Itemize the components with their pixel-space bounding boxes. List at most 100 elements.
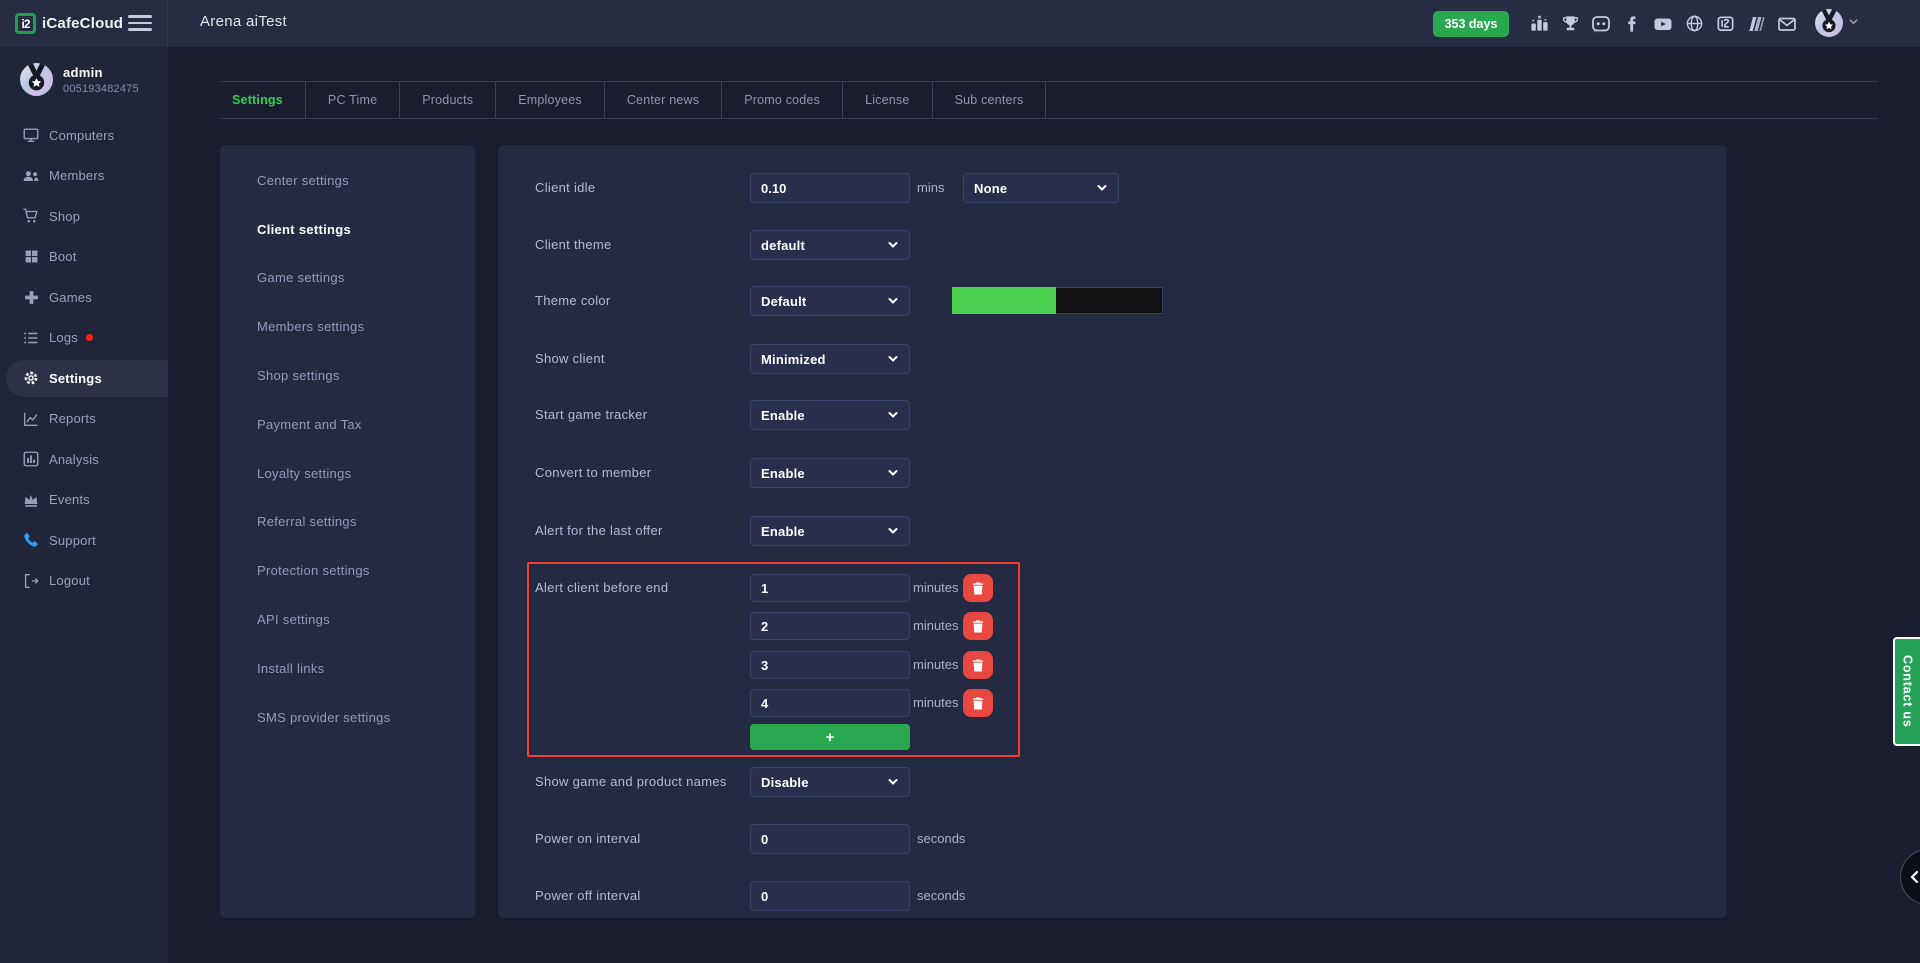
chevron-down-icon: [887, 409, 899, 421]
settings-menu-install-links[interactable]: Install links: [220, 644, 475, 693]
field-label: Start game tracker: [535, 400, 647, 430]
trash-icon: [972, 659, 984, 672]
row-alert-last-offer: Alert for the last offer Enable: [498, 516, 1727, 546]
power-on-interval-input[interactable]: [750, 824, 910, 854]
menu-toggle-button[interactable]: [128, 15, 152, 32]
chevron-down-icon: [887, 353, 899, 365]
facebook-icon[interactable]: [1621, 13, 1643, 35]
alert-minute-input-4[interactable]: [750, 689, 910, 717]
user-menu[interactable]: [1815, 9, 1859, 37]
tab-promo-codes[interactable]: Promo codes: [722, 82, 843, 118]
sidebar-item-members[interactable]: Members: [0, 156, 168, 197]
settings-menu-game[interactable]: Game settings: [220, 254, 475, 303]
field-label: Theme color: [535, 286, 611, 316]
center-name: Arena aiTest: [200, 13, 287, 30]
unit-label: minutes: [913, 574, 959, 604]
chevron-down-icon: [887, 776, 899, 788]
tab-sub-centers[interactable]: Sub centers: [933, 82, 1047, 118]
trophy-icon[interactable]: [1559, 13, 1581, 35]
client-idle-input[interactable]: [750, 173, 910, 203]
delete-alert-button-1[interactable]: [963, 574, 993, 602]
sidebar-item-logout[interactable]: Logout: [0, 561, 168, 602]
sidebar-item-settings[interactable]: Settings: [0, 358, 168, 399]
app-name: iCafeCloud: [42, 15, 123, 32]
start-game-tracker-select[interactable]: Enable: [750, 400, 910, 430]
client-theme-select[interactable]: default: [750, 230, 910, 260]
settings-menu-referral[interactable]: Referral settings: [220, 498, 475, 547]
sidebar-item-computers[interactable]: Computers: [0, 115, 168, 156]
tab-license[interactable]: License: [843, 82, 933, 118]
theme-color-select[interactable]: Default: [750, 286, 910, 316]
sidebar-item-support[interactable]: Support: [0, 520, 168, 561]
row-client-idle: Client idle mins None: [498, 173, 1727, 203]
client-settings-form: Client idle mins None Client theme defau…: [498, 145, 1727, 918]
settings-menu-api[interactable]: API settings: [220, 595, 475, 644]
chart-line-icon: [22, 410, 40, 428]
settings-menu-center[interactable]: Center settings: [220, 156, 475, 205]
sidebar-user[interactable]: admin 005193482475: [20, 63, 139, 96]
topbar-icons: [1528, 0, 1798, 47]
delete-alert-button-3[interactable]: [963, 651, 993, 679]
delete-alert-button-4[interactable]: [963, 689, 993, 717]
avatar: [20, 63, 53, 96]
ranking-podium-icon[interactable]: [1528, 13, 1550, 35]
crown-icon: [22, 491, 40, 509]
sidebar-item-shop[interactable]: Shop: [0, 196, 168, 237]
workflow-icon[interactable]: [1745, 13, 1767, 35]
license-days-badge[interactable]: 353 days: [1433, 11, 1509, 37]
tab-center-news[interactable]: Center news: [605, 82, 722, 118]
icafecloud-logo-icon: i2: [15, 13, 36, 34]
alert-minute-input-3[interactable]: [750, 651, 910, 679]
sidebar-item-analysis[interactable]: Analysis: [0, 439, 168, 480]
chevron-down-icon: [887, 467, 899, 479]
client-idle-action-select[interactable]: None: [963, 173, 1119, 203]
settings-menu-protection[interactable]: Protection settings: [220, 546, 475, 595]
icafecloud-mini-icon[interactable]: [1714, 13, 1736, 35]
settings-menu-shop[interactable]: Shop settings: [220, 351, 475, 400]
row-theme-color: Theme color Default: [498, 286, 1727, 316]
row-convert-to-member: Convert to member Enable: [498, 458, 1727, 488]
power-off-interval-input[interactable]: [750, 881, 910, 911]
row-alert-before-end-1: Alert client before end minutes: [498, 574, 1727, 602]
settings-menu-client[interactable]: Client settings: [220, 205, 475, 254]
unit-label: minutes: [913, 689, 959, 719]
show-client-select[interactable]: Minimized: [750, 344, 910, 374]
settings-menu-payment-tax[interactable]: Payment and Tax: [220, 400, 475, 449]
alert-last-offer-select[interactable]: Enable: [750, 516, 910, 546]
sidebar-item-reports[interactable]: Reports: [0, 399, 168, 440]
convert-to-member-select[interactable]: Enable: [750, 458, 910, 488]
sidebar-item-events[interactable]: Events: [0, 480, 168, 521]
globe-icon[interactable]: [1683, 13, 1705, 35]
add-alert-button[interactable]: +: [750, 724, 910, 750]
sidebar-item-games[interactable]: Games: [0, 277, 168, 318]
tab-settings[interactable]: Settings: [220, 82, 306, 118]
row-alert-before-end-4: minutes: [498, 689, 1727, 717]
sidebar-item-logs[interactable]: Logs: [0, 318, 168, 359]
contact-us-button[interactable]: Contact us: [1893, 637, 1920, 746]
discord-icon[interactable]: [1590, 13, 1612, 35]
tab-employees[interactable]: Employees: [496, 82, 605, 118]
sidebar-item-boot[interactable]: Boot: [0, 237, 168, 278]
chevron-down-icon: [887, 525, 899, 537]
theme-color-preview[interactable]: [952, 287, 1163, 314]
youtube-icon[interactable]: [1652, 13, 1674, 35]
bar-chart-icon: [22, 450, 40, 468]
show-game-product-names-select[interactable]: Disable: [750, 767, 910, 797]
settings-menu-sms-provider[interactable]: SMS provider settings: [220, 693, 475, 742]
settings-menu-panel: Center settings Client settings Game set…: [220, 145, 475, 918]
alert-minute-input-2[interactable]: [750, 612, 910, 640]
phone-icon: [22, 531, 40, 549]
row-start-game-tracker: Start game tracker Enable: [498, 400, 1727, 430]
logout-icon: [22, 572, 40, 590]
main-content: Settings PC Time Products Employees Cent…: [168, 47, 1920, 963]
delete-alert-button-2[interactable]: [963, 612, 993, 640]
settings-menu-loyalty[interactable]: Loyalty settings: [220, 449, 475, 498]
settings-menu-members[interactable]: Members settings: [220, 302, 475, 351]
mail-icon[interactable]: [1776, 13, 1798, 35]
tab-products[interactable]: Products: [400, 82, 496, 118]
field-label: Show client: [535, 344, 605, 374]
tab-pc-time[interactable]: PC Time: [306, 82, 400, 118]
gear-icon: [22, 369, 40, 387]
trash-icon: [972, 620, 984, 633]
alert-minute-input-1[interactable]: [750, 574, 910, 602]
